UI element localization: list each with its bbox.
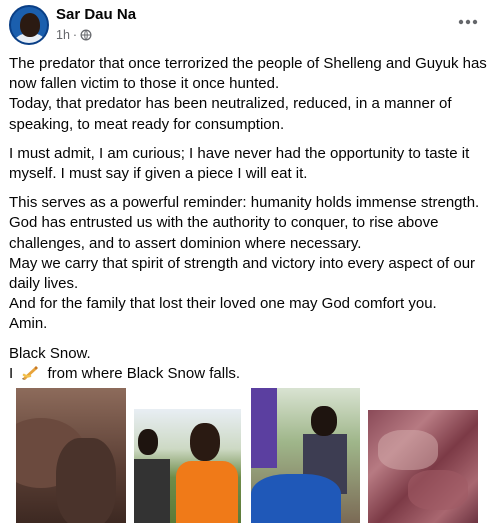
author-name[interactable]: Sar Dau Na xyxy=(56,6,136,23)
text-line: Today, that predator has been neutralize… xyxy=(9,95,452,133)
photo-3[interactable] xyxy=(251,388,360,523)
paragraph-1: The predator that once terrorized the pe… xyxy=(9,54,487,135)
more-options-icon[interactable] xyxy=(456,12,480,32)
text-line: I must admit, I am curious; I have never… xyxy=(9,144,470,183)
post-text: The predator that once terrorized the pe… xyxy=(9,54,487,384)
globe-icon[interactable] xyxy=(80,29,92,41)
signature-line: Black Snow. xyxy=(9,344,91,362)
post-header: Sar Dau Na 1h · xyxy=(0,0,494,50)
text-line: May we carry that spirit of strength and… xyxy=(9,254,476,293)
photo-gallery xyxy=(0,385,494,523)
paragraph-3: This serves as a powerful reminder: huma… xyxy=(9,193,487,334)
text-line: The predator that once terrorized the pe… xyxy=(9,55,487,93)
post-meta: 1h · xyxy=(56,28,92,42)
writing-hand-icon xyxy=(22,365,39,380)
photo-1[interactable] xyxy=(16,388,126,523)
text-line: This serves as a powerful reminder: huma… xyxy=(9,194,480,252)
photo-2[interactable] xyxy=(134,409,241,523)
signature: Black Snow. I from where Black Snow fall… xyxy=(9,344,487,384)
avatar[interactable] xyxy=(9,5,49,45)
post-time[interactable]: 1h xyxy=(56,28,70,42)
photo-4[interactable] xyxy=(368,410,478,523)
signature-line: I from where Black Snow falls. xyxy=(9,364,241,382)
text-line: And for the family that lost their loved… xyxy=(9,295,437,313)
paragraph-2: I must admit, I am curious; I have never… xyxy=(9,144,487,184)
meta-separator: · xyxy=(72,28,78,42)
text-line: Amin. xyxy=(9,315,48,333)
